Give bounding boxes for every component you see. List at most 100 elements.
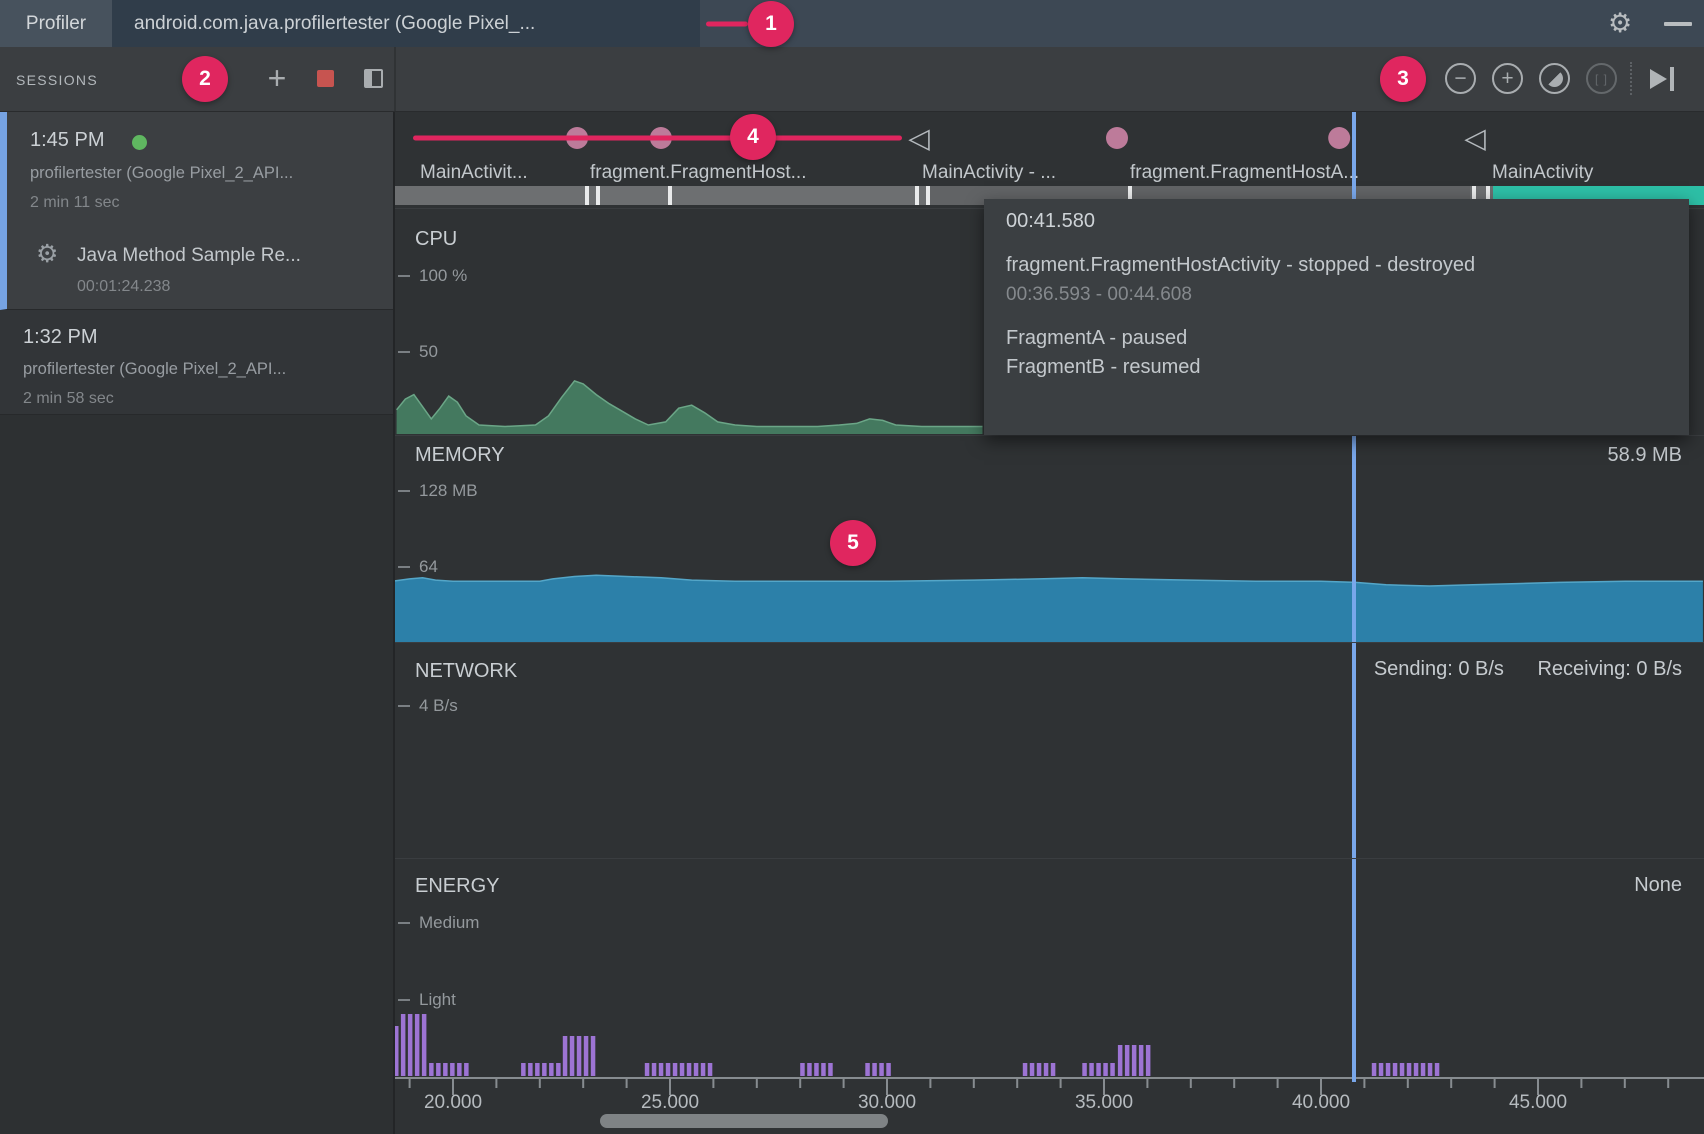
touch-event-dot[interactable]: [1106, 127, 1128, 149]
tooltip-fragment-b: FragmentB - resumed: [1006, 356, 1201, 379]
network-section-title[interactable]: NETWORK: [415, 660, 517, 683]
session-device: profilertester (Google Pixel_2_API...: [23, 360, 286, 379]
ruler-minor-tick: [582, 1079, 584, 1088]
cpu-tick-50: 50: [398, 342, 438, 362]
energy-bar: [443, 1063, 448, 1076]
horizontal-scrollbar[interactable]: [600, 1114, 888, 1128]
method-trace-icon: ⚙: [36, 239, 58, 269]
network-rates: Sending: 0 B/s Receiving: 0 B/s: [1346, 658, 1682, 681]
tab-profiler-session[interactable]: android.com.java.profilertester (Google …: [112, 0, 700, 47]
ruler-minor-tick: [1363, 1079, 1365, 1088]
energy-bar: [1082, 1063, 1087, 1076]
tooltip-time-range: 00:36.593 - 00:44.608: [1006, 284, 1192, 306]
zoom-out-button[interactable]: −: [1445, 63, 1476, 94]
energy-bar: [652, 1063, 657, 1076]
annotation-circle-3: 3: [1380, 56, 1426, 102]
energy-bar: [800, 1063, 805, 1076]
energy-bar: [708, 1063, 713, 1076]
session-duration: 2 min 11 sec: [30, 194, 120, 212]
energy-bar: [645, 1063, 650, 1076]
energy-bar: [1146, 1045, 1151, 1076]
timeline-cursor-line[interactable]: [1352, 434, 1356, 1082]
energy-bar: [450, 1063, 455, 1076]
settings-gear-icon[interactable]: ⚙: [1608, 7, 1632, 40]
energy-bar: [401, 1014, 406, 1076]
energy-bar: [1386, 1063, 1391, 1076]
energy-bar: [1103, 1063, 1108, 1076]
ruler-minor-tick: [712, 1079, 714, 1088]
back-button-event-icon[interactable]: ◁: [1464, 122, 1486, 155]
ruler-label-35.000: 35.000: [1075, 1092, 1133, 1114]
energy-bar: [828, 1063, 833, 1076]
collapse-panel-icon[interactable]: [364, 69, 383, 88]
session-item-previous[interactable]: 1:32 PM profilertester (Google Pixel_2_A…: [0, 310, 393, 415]
energy-bar: [1110, 1063, 1115, 1076]
energy-bar: [1393, 1063, 1398, 1076]
activity-label: MainActivity: [1492, 162, 1593, 184]
energy-bar: [464, 1063, 469, 1076]
stop-session-button[interactable]: [317, 70, 334, 87]
session-artifact-label[interactable]: Java Method Sample Re...: [77, 245, 301, 267]
ruler-minor-tick: [1450, 1079, 1452, 1088]
reset-zoom-icon: [1546, 70, 1563, 87]
memory-section-title[interactable]: MEMORY: [415, 444, 505, 467]
energy-section-title[interactable]: ENERGY: [415, 875, 499, 898]
energy-bar: [1132, 1045, 1137, 1076]
ruler-minor-tick: [1407, 1079, 1409, 1088]
add-session-button[interactable]: +: [261, 47, 293, 110]
activity-label: fragment.FragmentHost...: [590, 162, 806, 184]
energy-bar: [687, 1063, 692, 1076]
zoom-in-button[interactable]: +: [1492, 63, 1523, 94]
energy-bar: [1030, 1063, 1035, 1076]
section-divider: [395, 642, 1704, 643]
minimize-icon[interactable]: [1664, 22, 1692, 26]
activity-label: MainActivity - ...: [922, 162, 1056, 184]
reset-zoom-button[interactable]: [1539, 63, 1570, 94]
ruler-label-40.000: 40.000: [1292, 1092, 1350, 1114]
energy-bar: [659, 1063, 664, 1076]
energy-bar: [814, 1063, 819, 1076]
ruler-minor-tick: [756, 1079, 758, 1088]
memory-tick-64: 64: [398, 557, 438, 577]
area-fill: [392, 575, 1703, 642]
zoom-to-selection-button[interactable]: [ ]: [1586, 63, 1617, 94]
cpu-section-title[interactable]: CPU: [415, 228, 457, 251]
window-header: Profiler android.com.java.profilertester…: [0, 0, 1704, 47]
touch-event-dot[interactable]: [1328, 127, 1350, 149]
energy-bar: [457, 1063, 462, 1076]
play-triangle-icon: [1650, 69, 1667, 89]
ruler-minor-tick: [1190, 1079, 1192, 1088]
ruler-minor-tick: [1146, 1079, 1148, 1088]
energy-bar: [542, 1063, 547, 1076]
ruler-minor-tick: [1060, 1079, 1062, 1088]
tooltip-time: 00:41.580: [1006, 210, 1095, 233]
live-bar-icon: [1670, 67, 1674, 91]
energy-bar: [521, 1063, 526, 1076]
event-tooltip: 00:41.580 fragment.FragmentHostActivity …: [984, 199, 1689, 435]
energy-bar: [535, 1063, 540, 1076]
energy-bar: [1023, 1063, 1028, 1076]
network-receiving-value: Receiving: 0 B/s: [1537, 658, 1682, 680]
energy-bar: [415, 1014, 420, 1076]
toolbar-divider: [394, 47, 396, 111]
energy-bar: [528, 1063, 533, 1076]
ruler-minor-tick: [539, 1079, 541, 1088]
energy-bar: [1414, 1063, 1419, 1076]
go-live-button[interactable]: [1650, 67, 1674, 91]
ruler-label-20.000: 20.000: [424, 1092, 482, 1114]
energy-bar: [422, 1014, 427, 1076]
annotation-circle-5: 5: [830, 520, 876, 566]
energy-bar: [1400, 1063, 1405, 1076]
session-item-current[interactable]: 1:45 PM profilertester (Google Pixel_2_A…: [0, 112, 393, 310]
live-session-dot: [132, 135, 147, 150]
energy-bar: [1435, 1063, 1440, 1076]
timeline-cursor-line[interactable]: [1352, 112, 1356, 199]
ruler-minor-tick: [1277, 1079, 1279, 1088]
back-button-event-icon[interactable]: ◁: [908, 122, 930, 155]
energy-bar: [408, 1014, 413, 1076]
cpu-tick-100: 100 %: [398, 266, 467, 286]
energy-tick-medium: Medium: [398, 913, 479, 933]
ruler-label-45.000: 45.000: [1509, 1092, 1567, 1114]
energy-bar: [436, 1063, 441, 1076]
session-time: 1:32 PM: [23, 326, 97, 349]
